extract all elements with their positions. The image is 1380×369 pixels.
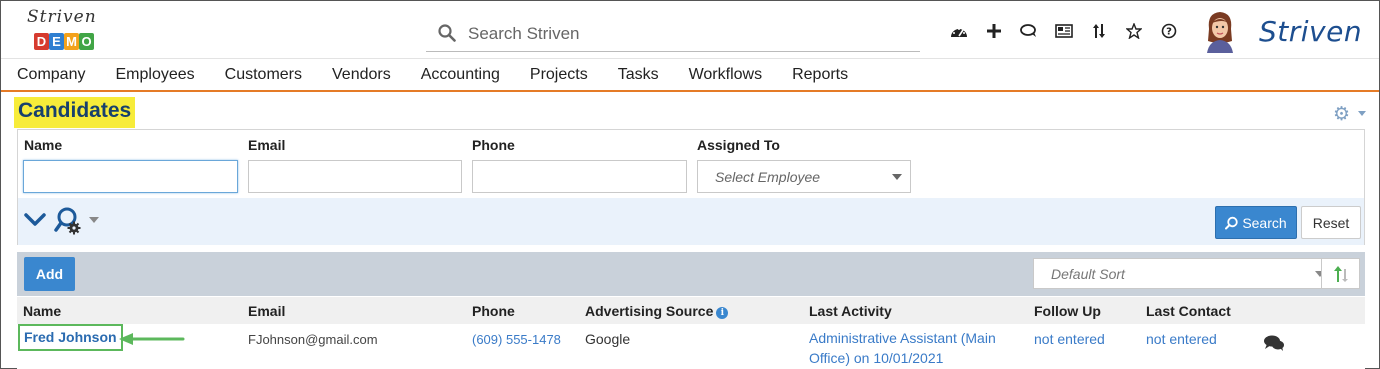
demo-letter: M	[64, 33, 79, 50]
candidate-name-link[interactable]: Fred Johnson	[18, 324, 123, 351]
phone-filter-input[interactable]	[472, 160, 687, 193]
annotation-arrow-icon	[119, 333, 185, 345]
candidate-email[interactable]: FJohnson@gmail.com	[248, 332, 378, 347]
plus-icon[interactable]	[976, 19, 1011, 43]
striven-brand-logo[interactable]: Striven	[1259, 15, 1362, 48]
column-header-advertising-source-label: Advertising Source	[585, 303, 714, 319]
candidate-last-contact-link[interactable]: not entered	[1146, 331, 1217, 347]
dashboard-icon[interactable]	[941, 19, 976, 43]
search-icon	[1225, 216, 1239, 229]
column-header-follow-up[interactable]: Follow Up	[1034, 303, 1101, 319]
email-filter-input[interactable]	[248, 160, 462, 193]
svg-text:?: ?	[1166, 27, 1172, 38]
column-header-last-activity[interactable]: Last Activity	[809, 303, 892, 319]
table-header: Name Email Phone Advertising Source i Las…	[17, 297, 1365, 324]
nav-item-projects[interactable]: Projects	[530, 59, 588, 90]
last-activity-line-1: Administrative Assistant (Main	[809, 330, 996, 346]
main-nav: Company Employees Customers Vendors Acco…	[1, 59, 1379, 92]
news-icon[interactable]	[1046, 19, 1081, 43]
reset-button[interactable]: Reset	[1301, 206, 1361, 239]
striven-demo-logo[interactable]: Striven	[27, 7, 97, 27]
user-avatar[interactable]	[1203, 9, 1237, 53]
help-icon[interactable]: ?	[1151, 19, 1186, 43]
global-search	[426, 15, 920, 52]
nav-item-vendors[interactable]: Vendors	[332, 59, 391, 90]
header-toolbar: ?	[941, 19, 1186, 43]
sort-select[interactable]: Default Sort	[1033, 258, 1334, 289]
demo-letter: E	[49, 33, 64, 50]
comments-icon[interactable]	[1263, 334, 1285, 352]
sort-direction-button[interactable]	[1321, 258, 1360, 289]
email-filter-label: Email	[248, 137, 286, 153]
nav-item-customers[interactable]: Customers	[225, 59, 302, 90]
assigned-to-select[interactable]: Select Employee	[697, 160, 911, 193]
sort-placeholder: Default Sort	[1051, 266, 1125, 282]
nav-item-reports[interactable]: Reports	[792, 59, 848, 90]
chevron-down-icon[interactable]	[89, 217, 99, 223]
column-header-phone[interactable]: Phone	[472, 303, 515, 319]
app-header: Striven D E M O ?	[1, 1, 1379, 59]
candidate-last-activity-link[interactable]: Administrative Assistant (Main Office) o…	[809, 328, 996, 368]
page-title: Candidates	[14, 97, 136, 128]
demo-badge: D E M O	[34, 33, 94, 50]
global-search-input[interactable]	[468, 21, 908, 47]
column-header-last-contact[interactable]: Last Contact	[1146, 303, 1231, 319]
demo-letter: O	[79, 33, 94, 50]
chevron-down-icon[interactable]	[1358, 111, 1366, 116]
expand-filters-chevron-icon[interactable]	[24, 211, 46, 229]
search-button-label: Search	[1242, 214, 1287, 231]
assigned-to-placeholder: Select Employee	[715, 169, 821, 185]
gear-icon[interactable]: ⚙	[1333, 103, 1350, 126]
column-header-advertising-source[interactable]: Advertising Source i	[585, 303, 729, 319]
filter-panel: Name Email Phone Assigned To Select Empl…	[17, 129, 1365, 245]
table-row: Fred Johnson FJohnson@gmail.com (609) 55…	[17, 324, 1365, 369]
column-header-name[interactable]: Name	[23, 303, 61, 319]
add-button[interactable]: Add	[24, 257, 75, 291]
nav-item-employees[interactable]: Employees	[115, 59, 194, 90]
candidate-phone[interactable]: (609) 555-1478	[472, 332, 561, 347]
nav-item-accounting[interactable]: Accounting	[421, 59, 500, 90]
search-button[interactable]: Search	[1215, 206, 1297, 239]
search-settings-icon[interactable]	[54, 206, 84, 236]
nav-item-workflows[interactable]: Workflows	[689, 59, 763, 90]
star-icon[interactable]	[1116, 19, 1151, 43]
phone-filter-label: Phone	[472, 137, 515, 153]
name-filter-input[interactable]	[23, 160, 238, 193]
search-icon	[438, 24, 456, 42]
info-icon[interactable]: i	[716, 307, 729, 319]
nav-item-tasks[interactable]: Tasks	[618, 59, 659, 90]
last-activity-line-2: Office) on 10/01/2021	[809, 350, 944, 366]
filter-action-bar: Search Reset	[18, 198, 1364, 245]
candidate-follow-up-link[interactable]: not entered	[1034, 331, 1105, 347]
sort-direction-icon	[1333, 265, 1348, 282]
results-toolbar: Add Default Sort	[17, 252, 1365, 296]
nav-item-company[interactable]: Company	[17, 59, 85, 90]
assigned-to-filter-label: Assigned To	[697, 137, 780, 153]
candidate-advertising-source: Google	[585, 331, 631, 347]
chat-icon[interactable]	[1011, 19, 1046, 43]
name-filter-label: Name	[24, 137, 63, 153]
chevron-down-icon	[892, 174, 902, 180]
demo-letter: D	[34, 33, 49, 50]
sort-arrows-icon[interactable]	[1081, 19, 1116, 43]
column-header-email[interactable]: Email	[248, 303, 285, 319]
